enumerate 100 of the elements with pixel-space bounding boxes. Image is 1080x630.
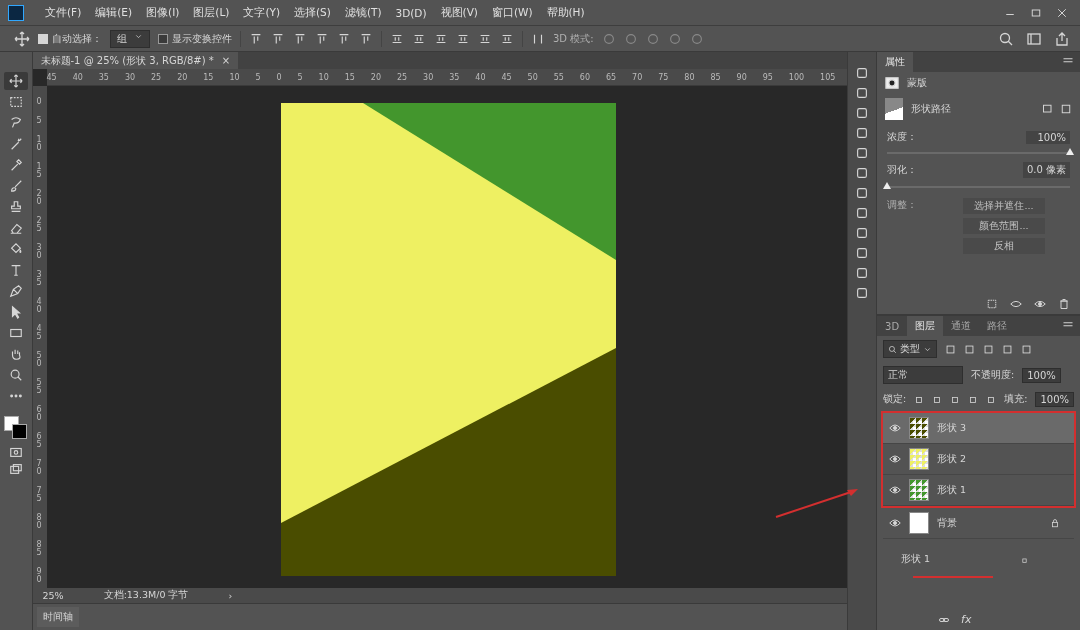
slider-value-field[interactable]: 100%: [1026, 130, 1070, 144]
tool-button[interactable]: [3, 72, 28, 90]
document-tab[interactable]: 未标题-1 @ 25% (形状 3, RGB/8#) * ×: [32, 52, 239, 69]
maximize-icon[interactable]: [1030, 6, 1042, 19]
filter-dropdown[interactable]: 类型: [883, 340, 937, 358]
align-icon[interactable]: [271, 31, 285, 46]
ruler-label: 5: [297, 72, 303, 82]
ruler-label: 15: [344, 72, 355, 82]
align-icon[interactable]: [293, 31, 307, 46]
panel-tab[interactable]: 图层: [907, 316, 944, 336]
workspace-icon[interactable]: [1026, 30, 1042, 47]
menu-item[interactable]: 窗口(W): [484, 5, 540, 20]
layer-row[interactable]: 形状 1: [883, 475, 1074, 506]
slider-thumb[interactable]: [1066, 148, 1074, 155]
layer-name: 形状 1: [937, 483, 967, 497]
ruler-label: 105: [820, 72, 836, 82]
layer-name: 背景: [937, 516, 957, 530]
menu-item[interactable]: 图层(L): [186, 5, 237, 20]
timeline-tab[interactable]: 时间轴: [36, 607, 79, 627]
menu-item[interactable]: 文件(F): [38, 5, 89, 20]
show-transform-checkbox[interactable]: 显示变换控件: [158, 31, 232, 46]
align-icon[interactable]: [315, 31, 329, 46]
ruler-label: 30: [36, 244, 43, 260]
trash-icon[interactable]: [1058, 298, 1070, 310]
slider-thumb[interactable]: [883, 182, 891, 189]
ruler-label: 50: [527, 72, 538, 82]
align-icon[interactable]: [337, 31, 351, 46]
mask-icon[interactable]: [885, 76, 899, 90]
ruler-label: 15: [203, 72, 214, 82]
ruler-label: 20: [370, 72, 382, 82]
menu-item[interactable]: 选择(S): [287, 5, 338, 20]
close-icon[interactable]: [1056, 6, 1068, 19]
eye-icon[interactable]: [889, 517, 901, 529]
fill-label: 填充:: [1004, 393, 1028, 406]
blend-mode-dropdown[interactable]: 正常: [883, 366, 963, 384]
document-info: 文档:13.3M/0 字节: [103, 589, 189, 602]
layer-row[interactable]: 背景: [883, 508, 1074, 539]
ruler-label: 30: [423, 72, 434, 82]
menu-item[interactable]: 帮助(H): [539, 5, 592, 20]
ruler-label: 70: [632, 72, 643, 82]
ruler-label: 55: [36, 379, 43, 395]
menu-item[interactable]: 3D(D): [388, 6, 434, 19]
adjust-button[interactable]: 颜色范围...: [963, 218, 1045, 234]
ruler-label: 100: [788, 72, 805, 82]
menu-item[interactable]: 文字(Y): [236, 5, 287, 20]
adjust-label: 调整：: [887, 198, 918, 212]
menu-item[interactable]: 视图(V): [433, 5, 485, 20]
ruler-label: 20: [36, 190, 43, 206]
checkbox[interactable]: [38, 33, 48, 44]
eye-icon[interactable]: [1034, 298, 1046, 310]
slider-label: 浓度：: [887, 130, 917, 144]
eye-icon[interactable]: [1010, 298, 1022, 310]
ruler-label: 75: [658, 72, 669, 82]
ruler-label: 35: [36, 271, 43, 287]
eye-icon[interactable]: [889, 422, 901, 434]
adjust-button[interactable]: 反相: [963, 238, 1045, 254]
menu-item[interactable]: 编辑(E): [88, 5, 140, 20]
info-menu-button[interactable]: ›: [228, 590, 233, 601]
3d-mode-label: 3D 模式:: [553, 31, 594, 46]
search-icon: [888, 344, 897, 354]
properties-tab[interactable]: 属性: [877, 52, 913, 72]
layer-row[interactable]: 形状 3: [883, 413, 1074, 444]
eye-icon[interactable]: [889, 453, 901, 465]
auto-select-checkbox[interactable]: 自动选择：: [38, 31, 102, 46]
panel-tab[interactable]: 3D: [877, 316, 908, 336]
share-icon[interactable]: [1054, 30, 1070, 47]
color-swatch-icon[interactable]: [3, 416, 28, 442]
ruler-label: 40: [475, 72, 486, 82]
menu-item[interactable]: 图像(I): [139, 5, 187, 20]
panel-tab[interactable]: 通道: [943, 316, 980, 336]
auto-select-dropdown[interactable]: 组: [110, 29, 150, 48]
fill-field[interactable]: 100%: [1035, 392, 1074, 407]
checkbox[interactable]: [158, 33, 168, 44]
ruler-label: 65: [605, 72, 617, 82]
panel-tab[interactable]: 路径: [979, 316, 1016, 336]
ruler-label: 5: [255, 72, 261, 82]
slider-value-field[interactable]: 0.0 像素: [1022, 162, 1070, 178]
layer-row[interactable]: 形状 2: [883, 444, 1074, 475]
align-icon[interactable]: [249, 31, 263, 46]
lock-label: 锁定:: [883, 393, 907, 406]
bucket-icon: [8, 242, 23, 256]
screen-mode-icon[interactable]: [8, 462, 23, 476]
tab-close-button[interactable]: ×: [221, 55, 231, 66]
zoom-level[interactable]: 25%: [42, 590, 64, 601]
align-icon[interactable]: [359, 31, 373, 46]
quick-mask-icon[interactable]: [8, 445, 23, 459]
ruler-label: 90: [36, 568, 43, 584]
selection-icon[interactable]: [986, 298, 998, 310]
menu-item[interactable]: 滤镜(T): [337, 5, 389, 20]
path-icon[interactable]: [1060, 103, 1072, 115]
ruler-label: 90: [736, 72, 747, 82]
ruler-label: 5: [36, 117, 43, 125]
opacity-field[interactable]: 100%: [1022, 367, 1061, 383]
adjust-button[interactable]: 选择并遮住...: [963, 198, 1045, 214]
fx-button[interactable]: fx: [961, 613, 972, 626]
search-icon[interactable]: [998, 30, 1014, 47]
ruler-label: 45: [501, 72, 512, 82]
add-mask-icon[interactable]: [1042, 103, 1054, 115]
eye-icon[interactable]: [889, 484, 901, 496]
ruler-label: 25: [151, 72, 162, 82]
